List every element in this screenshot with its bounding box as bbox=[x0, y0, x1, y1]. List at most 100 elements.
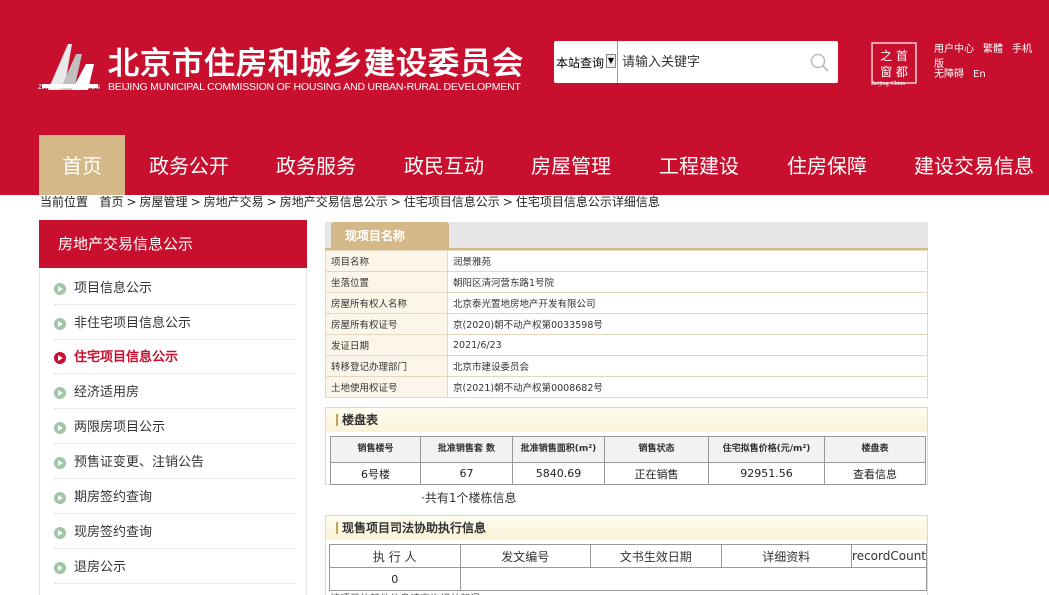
project-tab[interactable]: 现项目名称 bbox=[331, 222, 449, 250]
column-header: 执 行 人 bbox=[329, 544, 461, 568]
column-header: 销售楼号 bbox=[330, 436, 421, 463]
field-label: 项目名称 bbox=[325, 250, 448, 272]
arrow-bullet-icon bbox=[54, 457, 66, 469]
sidebar-title: 房地产交易信息公示 bbox=[39, 220, 307, 268]
project-tab-bar: 现项目名称 bbox=[325, 222, 928, 250]
breadcrumb: 当前位置 首页 > 房屋管理 > 房地产交易 > 房地产交易信息公示 > 住宅项目信息公示 > 住宅… bbox=[40, 195, 660, 209]
building-number: 6号楼 bbox=[330, 462, 421, 485]
search-box: 本站查询 ▼ bbox=[554, 41, 838, 83]
nav-housing-security[interactable]: 住房保障 bbox=[775, 135, 879, 195]
field-value: 京(2020)朝不动产权第0033598号 bbox=[447, 313, 928, 335]
building-count-note: ·共有1个楼栋信息 bbox=[421, 491, 517, 505]
table-row: 房屋所有权证号 京(2020)朝不动产权第0033598号 bbox=[325, 313, 928, 335]
judicial-table: 执 行 人 发文编号 文书生效日期 详细资料 recordCount 0 bbox=[329, 544, 927, 591]
field-label: 房屋所有权人名称 bbox=[325, 292, 448, 314]
svg-text:窗 都: 窗 都 bbox=[880, 65, 908, 79]
column-header: 批准销售面积(m²) bbox=[512, 436, 605, 463]
arrow-bullet-icon bbox=[54, 562, 66, 574]
sidebar-item-label: 期房签约查询 bbox=[74, 490, 153, 505]
table-row: 0 bbox=[329, 567, 927, 591]
search-scope-label: 本站查询 bbox=[556, 56, 605, 70]
sidebar-item[interactable]: 经济适用房 bbox=[54, 374, 296, 409]
sidebar-item-label: 退房公示 bbox=[74, 560, 127, 575]
column-header: 住宅拟售价格(元/m²) bbox=[708, 436, 825, 463]
sidebar-item[interactable]: 期房签约查询 bbox=[54, 479, 296, 514]
capital-window-caption: Beijing-China bbox=[871, 81, 905, 87]
svg-text:之 首: 之 首 bbox=[880, 49, 908, 63]
field-value: 北京泰光置地房地产开发有限公司 bbox=[447, 292, 928, 314]
main-nav: 首页 政务公开 政务服务 政民互动 房屋管理 工程建设 住房保障 建设交易信息 bbox=[0, 135, 1049, 195]
table-row: 项目名称 润景雅苑 bbox=[325, 250, 928, 272]
table-header-row: 销售楼号 批准销售套 数 批准销售面积(m²) 销售状态 住宅拟售价格(元/m²… bbox=[330, 436, 926, 463]
nav-gov-services[interactable]: 政务服务 bbox=[264, 135, 368, 195]
user-center-link[interactable]: 用户中心 bbox=[934, 44, 974, 55]
sidebar-item[interactable]: 现房签约查询 bbox=[54, 514, 296, 549]
search-icon[interactable] bbox=[810, 53, 830, 73]
sidebar-item-label: 住宅项目信息公示 bbox=[74, 350, 179, 365]
field-label: 发证日期 bbox=[325, 334, 448, 356]
sidebar-item-label: 经济适用房 bbox=[74, 385, 140, 400]
nav-trade-info[interactable]: 建设交易信息 bbox=[902, 135, 1046, 195]
arrow-bullet-icon bbox=[54, 283, 66, 295]
table-row: 发证日期 2021/6/23 bbox=[325, 334, 928, 356]
nav-gov-affairs[interactable]: 政务公开 bbox=[138, 135, 240, 195]
arrow-bullet-icon bbox=[54, 318, 66, 330]
traditional-link[interactable]: 繁體 bbox=[983, 44, 1003, 55]
nav-housing-management[interactable]: 房屋管理 bbox=[519, 135, 623, 195]
field-label: 转移登记办理部门 bbox=[325, 355, 448, 377]
approved-area: 5840.69 bbox=[512, 462, 605, 485]
proposed-price: 92951.56 bbox=[708, 462, 825, 485]
field-value: 润景雅苑 bbox=[447, 250, 928, 272]
arrow-bullet-icon bbox=[54, 527, 66, 539]
project-info-panel: 现项目名称 项目名称 润景雅苑 坐落位置 朝阳区清河营东路1号院 房屋所有权人名称北… bbox=[325, 222, 928, 402]
breadcrumb-current: 住宅项目信息公示详细信息 bbox=[515, 195, 660, 209]
field-value: 朝阳区清河营东路1号院 bbox=[447, 271, 928, 293]
site-domain: ZJW.BEIJING.GOV.CN bbox=[38, 85, 100, 91]
arrow-bullet-icon bbox=[54, 422, 66, 434]
breadcrumb-residential[interactable]: 住宅项目信息公示 bbox=[404, 195, 500, 209]
field-value: 2021/6/23 bbox=[447, 334, 928, 356]
breadcrumb-home[interactable]: 首页 bbox=[99, 195, 123, 209]
field-label: 土地使用权证号 bbox=[325, 376, 448, 398]
empty-cell bbox=[459, 567, 927, 591]
sidebar-item-active[interactable]: 住宅项目信息公示 bbox=[54, 339, 296, 374]
field-label: 房屋所有权证号 bbox=[325, 313, 448, 335]
buildings-title: 楼盘表 bbox=[326, 408, 927, 432]
nav-interaction[interactable]: 政民互动 bbox=[392, 135, 496, 195]
arrow-bullet-icon bbox=[54, 492, 66, 504]
breadcrumb-housing[interactable]: 房屋管理 bbox=[140, 195, 188, 209]
site-title-en: BEIJING MUNICIPAL COMMISSION OF HOUSING … bbox=[108, 81, 521, 93]
column-header: 文书生效日期 bbox=[590, 544, 722, 568]
table-row: 坐落位置 朝阳区清河营东路1号院 bbox=[325, 271, 928, 293]
sidebar-item[interactable]: 两限房项目公示 bbox=[54, 409, 296, 444]
column-header: 销售状态 bbox=[604, 436, 709, 463]
view-info-link[interactable]: 查看信息 bbox=[824, 462, 926, 485]
breadcrumb-label: 当前位置 bbox=[40, 195, 89, 209]
sidebar-item[interactable]: 预售证变更、注销公告 bbox=[54, 444, 296, 479]
english-link[interactable]: En bbox=[973, 69, 986, 80]
arrow-bullet-icon bbox=[54, 352, 66, 364]
nav-home[interactable]: 首页 bbox=[39, 135, 125, 195]
accessibility-link[interactable]: 无障碍 bbox=[934, 69, 964, 80]
table-header-row: 执 行 人 发文编号 文书生效日期 详细资料 recordCount bbox=[329, 544, 927, 568]
chevron-down-icon: ▼ bbox=[606, 54, 616, 68]
buildings-panel: 楼盘表 销售楼号 批准销售套 数 批准销售面积(m²) 销售状态 住宅拟售价格(… bbox=[325, 407, 928, 485]
breadcrumb-realestate[interactable]: 房地产交易 bbox=[204, 195, 264, 209]
record-count-cell: 0 bbox=[329, 567, 461, 591]
judicial-panel: 现售项目司法协助执行信息 执 行 人 发文编号 文书生效日期 详细资料 reco… bbox=[325, 515, 928, 595]
search-input[interactable] bbox=[620, 41, 800, 83]
field-value: 京(2021)朝不动产权第0008682号 bbox=[447, 376, 928, 398]
project-info-table: 项目名称 润景雅苑 坐落位置 朝阳区清河营东路1号院 房屋所有权人名称 北京泰光置地房… bbox=[325, 250, 928, 398]
column-header: recordCount bbox=[851, 544, 927, 568]
nav-engineering[interactable]: 工程建设 bbox=[647, 135, 751, 195]
top-links-2: 无障碍 En bbox=[934, 65, 995, 80]
sidebar-item[interactable]: 非住宅项目信息公示 bbox=[54, 305, 296, 340]
sidebar-item[interactable]: 项目信息公示 bbox=[54, 270, 296, 305]
site-title[interactable]: 北京市住房和城乡建设委员会 bbox=[108, 38, 524, 83]
table-row: 房屋所有权人名称 北京泰光置地房地产开发有限公司 bbox=[325, 292, 928, 314]
breadcrumb-trade-info[interactable]: 房地产交易信息公示 bbox=[280, 195, 388, 209]
footer-note: 该项目的其他信息请查询相关部门 bbox=[330, 590, 590, 595]
judicial-title: 现售项目司法协助执行信息 bbox=[326, 516, 927, 540]
search-scope-select[interactable]: 本站查询 ▼ bbox=[554, 41, 618, 83]
sidebar-item[interactable]: 退房公示 bbox=[54, 549, 296, 584]
